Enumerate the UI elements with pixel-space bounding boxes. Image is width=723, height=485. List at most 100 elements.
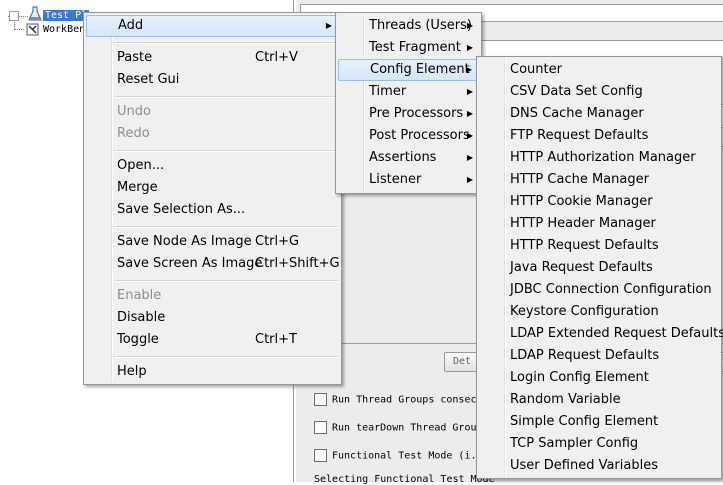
menu-item-threads-users-label: Threads (Users) [369,18,472,33]
menu-item-toggle[interactable]: Toggle Ctrl+T [86,329,339,351]
submenu-arrow-icon: ▶ [466,21,473,30]
functional-mode-checkbox[interactable] [314,449,327,462]
menu-item-simple-config-element-label: Simple Config Element [510,414,659,429]
menu-item-save-node-as-image[interactable]: Save Node As Image Ctrl+G [86,231,339,253]
run-consecutive-checkbox[interactable] [314,393,327,406]
menu-item-open-label: Open... [117,158,165,173]
menu-item-ldap-extended-request-defaults-label: LDAP Extended Request Defaults [510,326,723,341]
submenu-arrow-icon: ▶ [466,131,473,140]
menu-item-undo-label: Undo [117,104,151,119]
submenu-arrow-icon: ▶ [465,65,472,74]
menu-separator [114,150,338,152]
menu-item-http-request-defaults-label: HTTP Request Defaults [510,238,659,253]
menu-item-http-cookie-manager-label: HTTP Cookie Manager [510,194,653,209]
menu-item-http-cache-manager[interactable]: HTTP Cache Manager [479,169,719,191]
menu-separator [114,42,338,44]
menu-item-random-variable[interactable]: Random Variable [479,389,719,411]
menu-item-redo: Redo [86,123,339,145]
functional-mode-checkbox-row[interactable]: Functional Test Mode (i. [314,449,477,463]
menu-item-listener-label: Listener [369,172,422,187]
menu-item-jdbc-connection-configuration[interactable]: JDBC Connection Configuration [479,279,719,301]
menu-item-user-defined-variables[interactable]: User Defined Variables [479,455,719,477]
menu-item-tcp-sampler-config-label: TCP Sampler Config [510,436,639,451]
menu-item-enable-label: Enable [117,288,162,303]
menu-item-save-selection-as[interactable]: Save Selection As... [86,199,339,221]
menu-item-csv-data-set-config[interactable]: CSV Data Set Config [479,81,719,103]
menu-item-user-defined-variables-label: User Defined Variables [510,458,658,473]
menu-item-add-label: Add [118,18,144,33]
functional-mode-note: Selecting Functional Test Mode [314,474,495,485]
menu-item-undo: Undo [86,101,339,123]
menu-item-config-element[interactable]: Config Element ▶ [338,59,479,81]
menu-item-counter-label: Counter [510,62,562,77]
menu-item-disable[interactable]: Disable [86,307,339,329]
menu-item-add[interactable]: Add ▶ [86,15,339,37]
menu-item-dns-cache-manager-label: DNS Cache Manager [510,106,644,121]
menu-separator [114,356,338,358]
menu-item-toggle-label: Toggle [117,332,159,347]
menu-item-random-variable-label: Random Variable [510,392,621,407]
flask-icon [28,6,42,21]
menu-item-merge[interactable]: Merge [86,177,339,199]
menu-item-save-selection-as-label: Save Selection As... [117,202,246,217]
run-consecutive-label: Run Thread Groups consec [332,394,477,406]
menu-item-save-screen-as-image[interactable]: Save Screen As Image Ctrl+Shift+G [86,253,340,275]
menu-item-open[interactable]: Open... [86,155,339,177]
tree-node-workbench[interactable]: WorkBen [43,23,85,36]
submenu-arrow-icon: ▶ [466,87,473,96]
workbench-icon [26,22,40,36]
menu-item-login-config-element[interactable]: Login Config Element [479,367,719,389]
menu-item-java-request-defaults[interactable]: Java Request Defaults [479,257,719,279]
detail-button[interactable]: Det [444,352,480,372]
menu-item-http-header-manager[interactable]: HTTP Header Manager [479,213,719,235]
menu-item-ftp-request-defaults[interactable]: FTP Request Defaults [479,125,719,147]
menu-item-disable-label: Disable [117,310,166,325]
menu-item-simple-config-element[interactable]: Simple Config Element [479,411,719,433]
menu-item-reset-gui-label: Reset Gui [117,72,180,87]
menu-item-counter[interactable]: Counter [479,59,719,81]
menu-item-pre-processors[interactable]: Pre Processors ▶ [338,103,479,125]
submenu-arrow-icon: ▶ [466,109,473,118]
tree-connector [14,29,24,30]
menu-item-paste-label: Paste [117,50,153,65]
detail-button-label: Det [452,356,472,367]
menu-item-timer[interactable]: Timer ▶ [338,81,479,103]
menu-item-ldap-request-defaults-label: LDAP Request Defaults [510,348,660,363]
menu-item-http-authorization-manager-label: HTTP Authorization Manager [510,150,696,165]
menu-item-post-processors-label: Post Processors [369,128,470,143]
menu-item-test-fragment[interactable]: Test Fragment ▶ [338,37,479,59]
menu-item-help[interactable]: Help [86,361,339,383]
menu-item-save-screen-as-image-label: Save Screen As Image [117,256,263,271]
menu-item-dns-cache-manager[interactable]: DNS Cache Manager [479,103,719,125]
menu-item-help-label: Help [117,364,147,379]
menu-item-reset-gui[interactable]: Reset Gui [86,69,339,91]
run-consecutive-checkbox-row[interactable]: Run Thread Groups consec [314,393,477,407]
menu-item-paste[interactable]: Paste Ctrl+V [86,47,339,69]
config-element-submenu: Counter CSV Data Set Config DNS Cache Ma… [476,56,723,479]
menu-item-ftp-request-defaults-label: FTP Request Defaults [510,128,649,143]
menu-separator [114,280,338,282]
expand-toggle[interactable] [9,11,19,21]
run-teardown-checkbox-row[interactable]: Run tearDown Thread Group [314,421,483,435]
menu-item-keystore-configuration-label: Keystore Configuration [510,304,659,319]
menu-item-ldap-request-defaults[interactable]: LDAP Request Defaults [479,345,719,367]
menu-item-timer-label: Timer [369,84,407,99]
menu-item-pre-processors-label: Pre Processors [369,106,464,121]
menu-item-tcp-sampler-config[interactable]: TCP Sampler Config [479,433,719,455]
menu-item-paste-shortcut: Ctrl+V [255,50,298,65]
menu-item-post-processors[interactable]: Post Processors ▶ [338,125,479,147]
menu-item-http-authorization-manager[interactable]: HTTP Authorization Manager [479,147,719,169]
menu-item-threads-users[interactable]: Threads (Users) ▶ [338,15,479,37]
menu-item-assertions[interactable]: Assertions ▶ [338,147,479,169]
run-teardown-checkbox[interactable] [314,421,327,434]
menu-item-java-request-defaults-label: Java Request Defaults [510,260,653,275]
menu-item-http-cookie-manager[interactable]: HTTP Cookie Manager [479,191,719,213]
run-teardown-label: Run tearDown Thread Group [332,422,483,434]
menu-item-save-screen-as-image-shortcut: Ctrl+Shift+G [255,256,340,271]
menu-item-http-request-defaults[interactable]: HTTP Request Defaults [479,235,719,257]
menu-item-keystore-configuration[interactable]: Keystore Configuration [479,301,719,323]
submenu-arrow-icon: ▶ [325,21,332,30]
menu-item-assertions-label: Assertions [369,150,437,165]
menu-item-listener[interactable]: Listener ▶ [338,169,479,191]
menu-item-ldap-extended-request-defaults[interactable]: LDAP Extended Request Defaults [479,323,723,345]
